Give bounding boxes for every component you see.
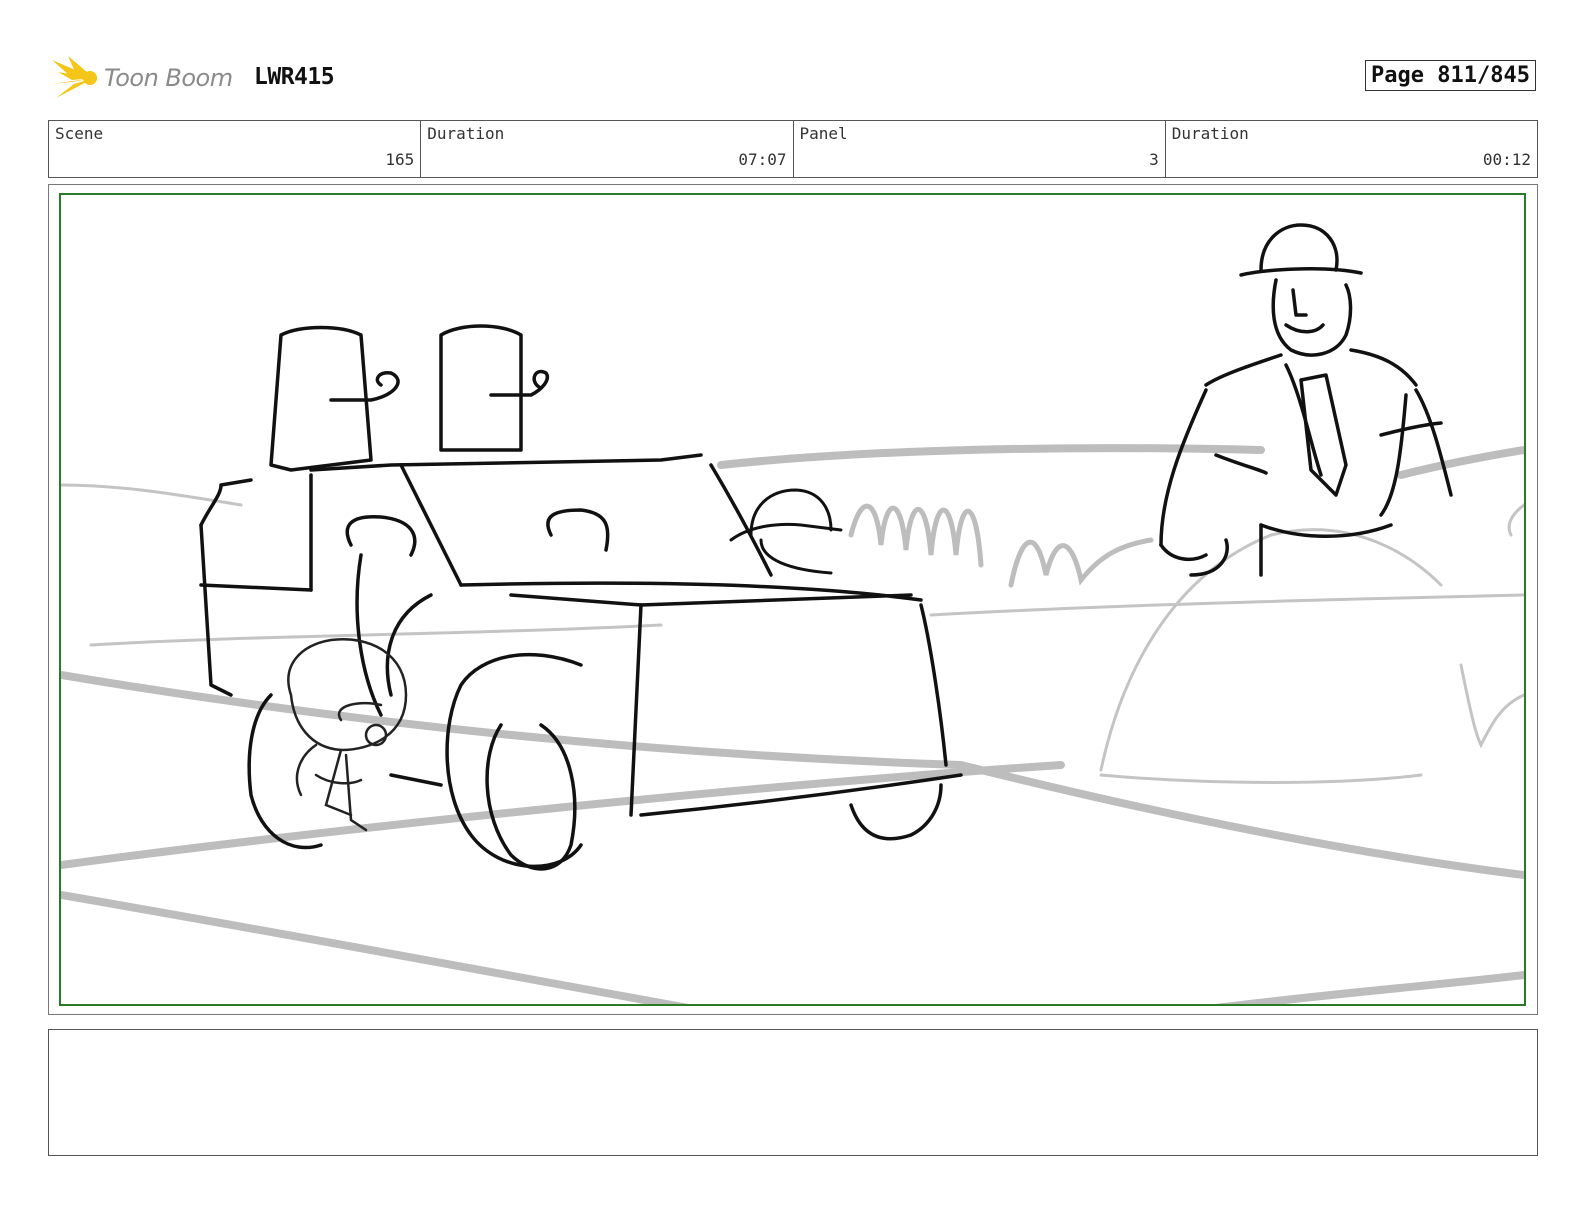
scene-value: 165	[385, 150, 415, 169]
panel-duration-cell: Duration 00:12	[1166, 121, 1537, 177]
scene-cell: Scene 165	[49, 121, 422, 177]
bushes-sketch	[848, 503, 1154, 588]
panel-duration-value: 00:12	[1482, 150, 1531, 169]
background-sketch	[61, 444, 1524, 1004]
background-sketch-thin	[61, 483, 1524, 784]
page-indicator: Page 811/845	[1365, 60, 1536, 91]
scene-info-row: Scene 165 Duration 07:07 Panel 3 Duratio…	[48, 120, 1538, 178]
car-sketch	[199, 324, 963, 871]
panel-label: Panel	[799, 124, 848, 143]
starburst-icon	[52, 56, 97, 98]
scene-duration-label: Duration	[427, 124, 505, 143]
project-code: LWR415	[254, 64, 335, 90]
ranger-man	[1159, 223, 1453, 577]
ranger-behind-car	[729, 488, 843, 575]
storyboard-panel	[59, 193, 1526, 1006]
panel-cell: Panel 3	[794, 121, 1166, 177]
scene-duration-value: 07:07	[738, 150, 787, 169]
scene-label: Scene	[55, 124, 104, 143]
panel-value: 3	[1149, 150, 1159, 169]
storyboard-header: Toon Boom LWR415 Page 811/845	[50, 52, 1536, 112]
panel-duration-label: Duration	[1171, 124, 1249, 143]
panel-frame	[48, 184, 1538, 1015]
scene-duration-cell: Duration 07:07	[421, 121, 794, 177]
sketch-drawing	[61, 223, 1524, 1004]
panel-notes	[48, 1029, 1538, 1156]
toon-boom-logo: Toon Boom	[50, 54, 233, 102]
logo-text: Toon Boom	[104, 64, 233, 92]
